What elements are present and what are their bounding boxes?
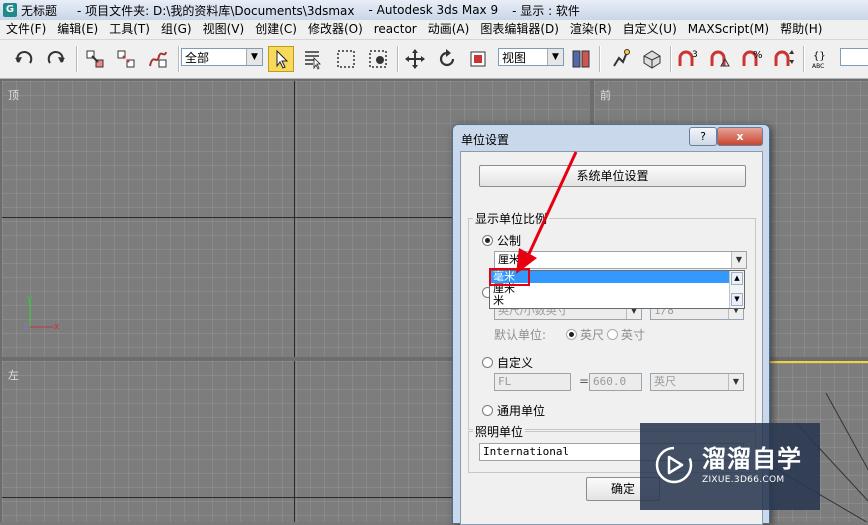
- custom-unit-value: 英尺: [654, 375, 676, 388]
- pivot-icon[interactable]: [569, 47, 593, 71]
- custom-name-field[interactable]: FL: [494, 373, 571, 391]
- percent-snap-icon[interactable]: %: [740, 47, 764, 71]
- menu-modifiers[interactable]: 修改器(O): [302, 20, 368, 39]
- menu-graph-editors[interactable]: 图表编辑器(D): [474, 20, 564, 39]
- menu-help[interactable]: 帮助(H): [774, 20, 827, 39]
- menu-file[interactable]: 文件(F): [0, 20, 51, 39]
- chevron-down-icon: ▼: [728, 374, 743, 390]
- close-button[interactable]: x: [717, 127, 763, 146]
- viewport-top-label[interactable]: 顶: [8, 87, 19, 103]
- play-logo-icon: [655, 446, 693, 484]
- reference-coord-dropdown[interactable]: 视图 ▼: [498, 48, 564, 66]
- menu-animation[interactable]: 动画(A): [422, 20, 475, 39]
- dropdown-scrollbar[interactable]: ▲ ▼: [729, 271, 744, 308]
- inches-label: 英寸: [621, 328, 646, 342]
- ok-label: 确定: [610, 482, 635, 496]
- 3ds-max-logo-icon[interactable]: G: [3, 3, 17, 17]
- generic-units-radio[interactable]: [482, 405, 493, 416]
- select-link-icon[interactable]: [83, 47, 107, 71]
- angle-snap-icon[interactable]: [708, 47, 732, 71]
- viewport-left-label[interactable]: 左: [8, 367, 19, 383]
- keyboard-shortcut-icon[interactable]: [640, 47, 664, 71]
- custom-value: 660.0: [593, 375, 627, 388]
- dialog-title: 单位设置: [461, 133, 510, 147]
- inches-radio[interactable]: [607, 329, 618, 340]
- reference-coord-value: 视图: [502, 51, 527, 65]
- svg-text:{}: {}: [813, 51, 826, 62]
- display-mode: - 显示 : 软件: [512, 3, 580, 18]
- undo-icon[interactable]: [12, 47, 36, 71]
- dropdown-option-meters[interactable]: 米: [490, 295, 731, 307]
- svg-text:ABC: ABC: [812, 63, 824, 70]
- custom-value-field[interactable]: 660.0: [589, 373, 642, 391]
- select-object-icon[interactable]: [268, 46, 294, 72]
- main-toolbar: 全部 ▼ 视图 ▼ 3 % {} ABC: [0, 40, 868, 79]
- svg-text:%: %: [753, 50, 763, 61]
- axis-x-label: x: [54, 322, 60, 331]
- scroll-down-icon[interactable]: ▼: [731, 293, 743, 306]
- selection-filter-value: 全部: [185, 51, 210, 65]
- help-button[interactable]: ?: [689, 127, 717, 146]
- feet-radio[interactable]: [566, 329, 577, 340]
- menu-edit[interactable]: 编辑(E): [51, 20, 103, 39]
- chevron-down-icon: ▼: [246, 49, 262, 65]
- snap-3-icon[interactable]: 3: [676, 47, 700, 71]
- metric-radio[interactable]: [482, 235, 493, 246]
- generic-units-label: 通用单位: [497, 404, 546, 418]
- menu-tools[interactable]: 工具(T): [103, 20, 155, 39]
- menu-views[interactable]: 视图(V): [197, 20, 250, 39]
- axis-y-label: y: [27, 295, 33, 304]
- close-icon: x: [736, 130, 744, 143]
- lighting-units-label: 照明单位: [473, 423, 526, 440]
- chevron-down-icon: ▼: [731, 252, 746, 268]
- named-selection-set-field[interactable]: [840, 48, 868, 66]
- custom-radio[interactable]: [482, 357, 493, 368]
- chevron-down-icon: ▼: [547, 49, 563, 65]
- viewport-front-label[interactable]: 前: [600, 87, 611, 103]
- bind-spacewarp-icon[interactable]: [146, 47, 170, 71]
- feet-label: 英尺: [580, 328, 605, 342]
- equals-label: =: [579, 374, 590, 388]
- menu-reactor[interactable]: reactor: [368, 20, 422, 39]
- manipulate-icon[interactable]: [608, 47, 632, 71]
- redo-icon[interactable]: [44, 47, 68, 71]
- scroll-up-icon[interactable]: ▲: [731, 272, 743, 285]
- menu-maxscript[interactable]: MAXScript(M): [682, 20, 774, 39]
- spinner-snap-icon[interactable]: [772, 47, 796, 71]
- menu-customize[interactable]: 自定义(U): [617, 20, 682, 39]
- window-titlebar: G 无标题 - 项目文件夹: D:\我的资料库\Documents\3dsmax…: [0, 0, 868, 21]
- annotation-arrow-icon: [516, 151, 578, 274]
- app-name: - Autodesk 3ds Max 9: [368, 3, 499, 17]
- menu-bar: 文件(F) 编辑(E) 工具(T) 组(G) 视图(V) 创建(C) 修改器(O…: [0, 20, 868, 40]
- scale-icon[interactable]: [466, 47, 490, 71]
- move-icon[interactable]: [403, 47, 427, 71]
- custom-label: 自定义: [497, 356, 534, 370]
- menu-rendering[interactable]: 渲染(R): [564, 20, 617, 39]
- menu-group[interactable]: 组(G): [155, 20, 197, 39]
- custom-unit-select[interactable]: 英尺 ▼: [650, 373, 744, 391]
- watermark-title: 溜溜自学: [702, 445, 802, 473]
- named-selection-icon[interactable]: {} ABC: [810, 47, 834, 71]
- watermark-url: ZIXUE.3D66.COM: [702, 475, 785, 485]
- default-units-label: 默认单位:: [494, 328, 547, 342]
- file-title: 无标题: [21, 3, 58, 18]
- help-icon: ?: [700, 130, 706, 143]
- rotate-icon[interactable]: [435, 47, 459, 71]
- snap-label: 3: [692, 50, 698, 60]
- rect-selection-icon[interactable]: [334, 47, 358, 71]
- project-path: - 项目文件夹: D:\我的资料库\Documents\3dsmax: [77, 3, 355, 18]
- window-crossing-icon[interactable]: [366, 47, 390, 71]
- unlink-icon[interactable]: [114, 47, 138, 71]
- select-by-name-icon[interactable]: [300, 47, 324, 71]
- axis-z-label: z: [24, 322, 28, 331]
- axis-tripod-icon: y x z: [24, 295, 60, 331]
- custom-name-value: FL: [498, 375, 512, 388]
- menu-create[interactable]: 创建(C): [249, 20, 302, 39]
- selection-filter-dropdown[interactable]: 全部 ▼: [181, 48, 263, 66]
- watermark: 溜溜自学 ZIXUE.3D66.COM: [640, 423, 820, 510]
- lighting-units-value: International: [483, 445, 570, 458]
